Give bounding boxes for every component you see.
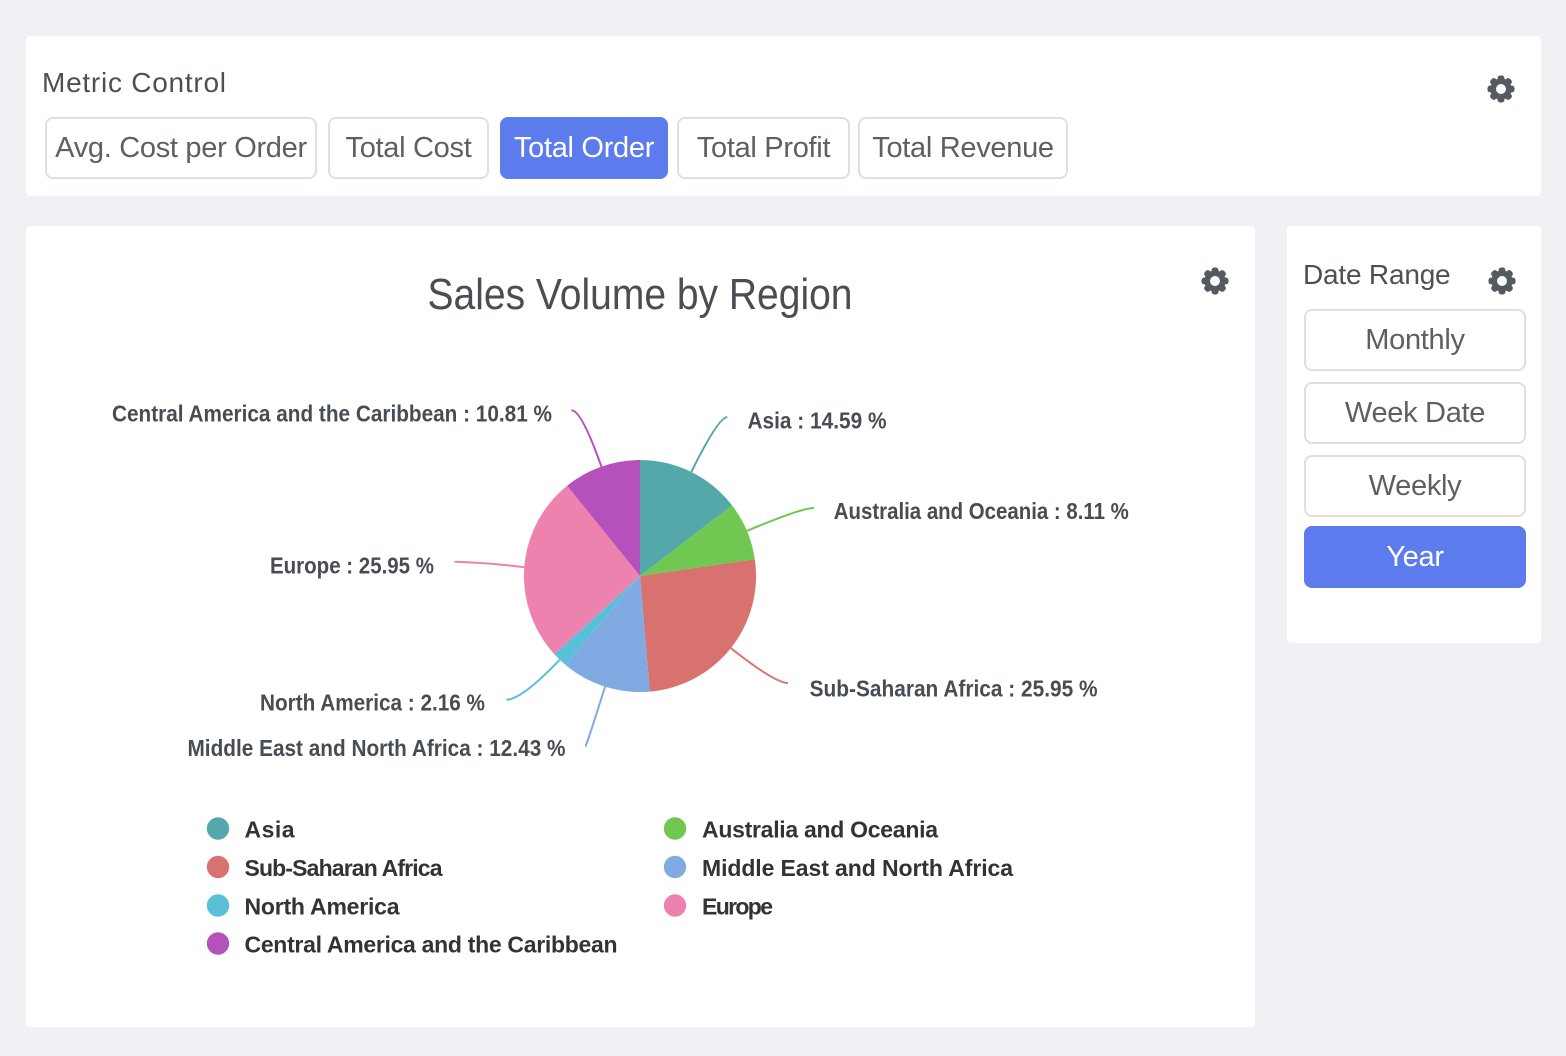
svg-text:Europe : 25.95 %: Europe : 25.95 %: [270, 553, 434, 579]
svg-text:Asia : 14.59 %: Asia : 14.59 %: [748, 408, 887, 434]
svg-text:Europe: Europe: [702, 894, 773, 920]
svg-text:Australia and Oceania: Australia and Oceania: [702, 817, 938, 843]
svg-text:Middle East and North Africa :: Middle East and North Africa : 12.43 %: [188, 735, 566, 761]
svg-text:Asia: Asia: [245, 817, 295, 843]
svg-text:North America: North America: [245, 894, 400, 920]
svg-text:Sub-Saharan Africa: Sub-Saharan Africa: [245, 855, 443, 881]
svg-text:Central America and the Caribb: Central America and the Caribbean : 10.8…: [112, 401, 552, 427]
svg-text:Central America and the Caribb: Central America and the Caribbean: [245, 932, 618, 958]
svg-text:Australia and Oceania : 8.11 %: Australia and Oceania : 8.11 %: [834, 498, 1129, 524]
svg-text:Middle East and North Africa: Middle East and North Africa: [702, 855, 1013, 881]
svg-text:Sales Volume by Region: Sales Volume by Region: [428, 270, 853, 319]
svg-text:North America : 2.16 %: North America : 2.16 %: [260, 690, 485, 716]
svg-text:Sub-Saharan Africa : 25.95 %: Sub-Saharan Africa : 25.95 %: [810, 676, 1098, 702]
